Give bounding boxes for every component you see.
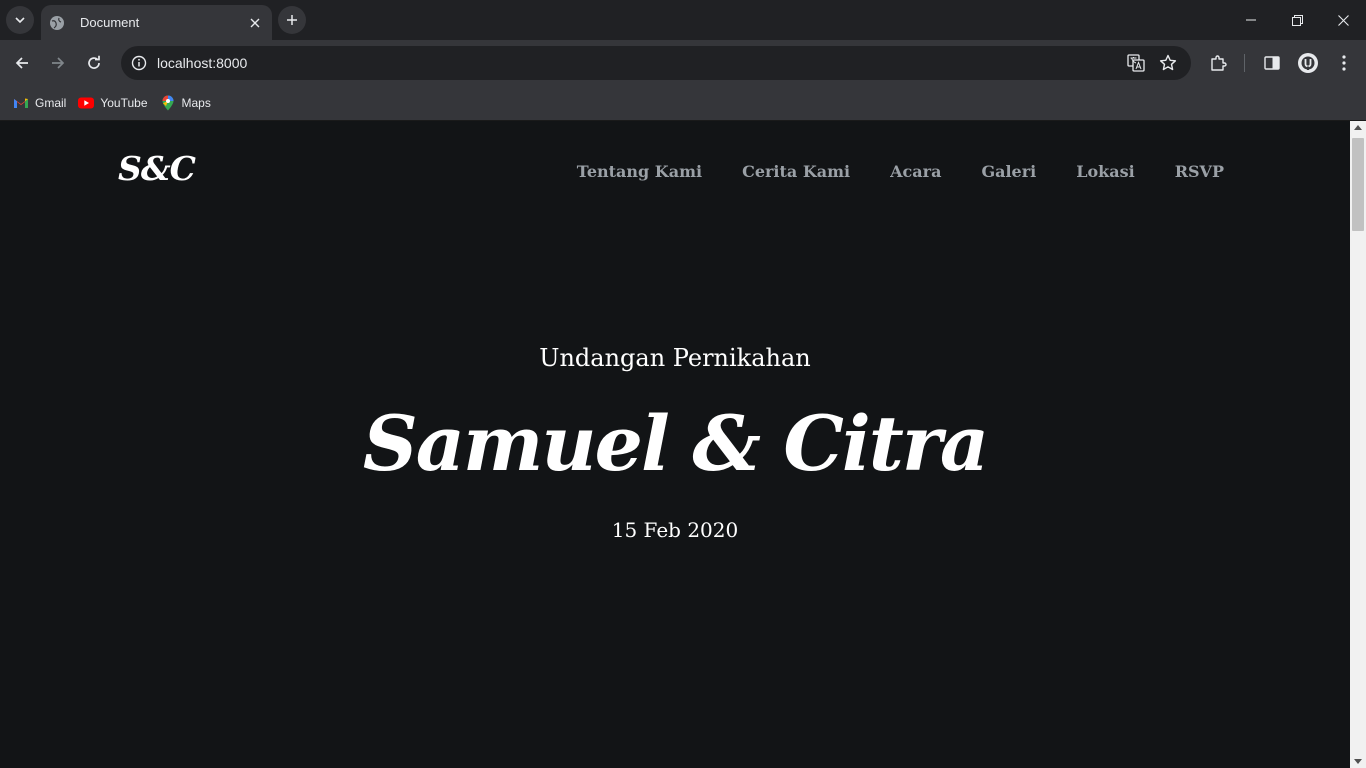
minimize-icon	[1246, 19, 1256, 21]
nav-link-rsvp[interactable]: RSVP	[1175, 162, 1224, 181]
site-logo[interactable]: S&C	[118, 149, 196, 188]
bookmark-gmail[interactable]: Gmail	[8, 90, 71, 116]
scroll-down-icon[interactable]	[1354, 759, 1362, 764]
hero-subtitle: Undangan Pernikahan	[539, 344, 811, 372]
bookmark-label: YouTube	[100, 96, 148, 110]
site-info-icon[interactable]	[127, 51, 151, 75]
tab-document[interactable]: Document	[41, 5, 272, 40]
new-tab-button[interactable]	[278, 6, 306, 34]
restore-icon	[1291, 14, 1303, 26]
close-icon	[1337, 14, 1349, 26]
scroll-up-icon[interactable]	[1354, 125, 1362, 130]
tab-search-button[interactable]	[6, 6, 34, 34]
url-text: localhost:8000	[157, 55, 248, 71]
forward-button[interactable]	[42, 47, 74, 79]
globe-icon	[49, 15, 65, 31]
plus-icon	[287, 15, 297, 25]
bookmark-maps[interactable]: Maps	[155, 90, 216, 116]
tab-strip: Document	[0, 0, 1366, 40]
reload-button[interactable]	[78, 47, 110, 79]
close-tab-icon[interactable]	[243, 11, 267, 35]
kebab-menu-icon[interactable]	[1332, 51, 1356, 75]
site-navigation: Tentang Kami Cerita Kami Acara Galeri Lo…	[537, 162, 1224, 181]
bookmark-youtube[interactable]: YouTube	[73, 90, 152, 116]
hero-couple-names: Samuel & Citra	[362, 399, 989, 488]
scrollbar-thumb[interactable]	[1352, 138, 1364, 231]
address-bar[interactable]: localhost:8000	[121, 46, 1191, 80]
arrow-right-icon	[52, 57, 65, 69]
window-controls	[1228, 0, 1366, 40]
extensions-icon[interactable]	[1206, 51, 1230, 75]
close-window-button[interactable]	[1320, 0, 1366, 40]
chevron-down-icon	[15, 17, 25, 24]
bookmark-label: Maps	[181, 96, 211, 110]
back-button[interactable]	[6, 47, 38, 79]
profile-avatar-icon[interactable]	[1296, 51, 1320, 75]
nav-link-cerita-kami[interactable]: Cerita Kami	[742, 162, 850, 181]
star-icon[interactable]	[1156, 51, 1180, 75]
nav-link-lokasi[interactable]: Lokasi	[1076, 162, 1134, 181]
gmail-icon	[13, 95, 29, 111]
page-scrollbar[interactable]	[1350, 121, 1366, 768]
nav-link-acara[interactable]: Acara	[890, 162, 941, 181]
minimize-button[interactable]	[1228, 0, 1274, 40]
bookmarks-bar: Gmail YouTube Maps	[0, 86, 1366, 120]
browser-toolbar: localhost:8000	[0, 40, 1366, 86]
restore-button[interactable]	[1274, 0, 1320, 40]
side-panel-icon[interactable]	[1260, 51, 1284, 75]
nav-link-galeri[interactable]: Galeri	[981, 162, 1036, 181]
toolbar-separator	[1244, 54, 1245, 72]
nav-link-tentang-kami[interactable]: Tentang Kami	[577, 162, 702, 181]
youtube-icon	[78, 95, 95, 111]
page-viewport: S&C Tentang Kami Cerita Kami Acara Galer…	[0, 121, 1350, 768]
hero-date: 15 Feb 2020	[611, 518, 739, 542]
maps-icon	[160, 95, 176, 111]
reload-icon	[88, 55, 100, 69]
translate-icon[interactable]	[1124, 51, 1148, 75]
bookmark-label: Gmail	[35, 96, 67, 110]
arrow-left-icon	[15, 57, 28, 69]
tab-title: Document	[80, 15, 140, 30]
